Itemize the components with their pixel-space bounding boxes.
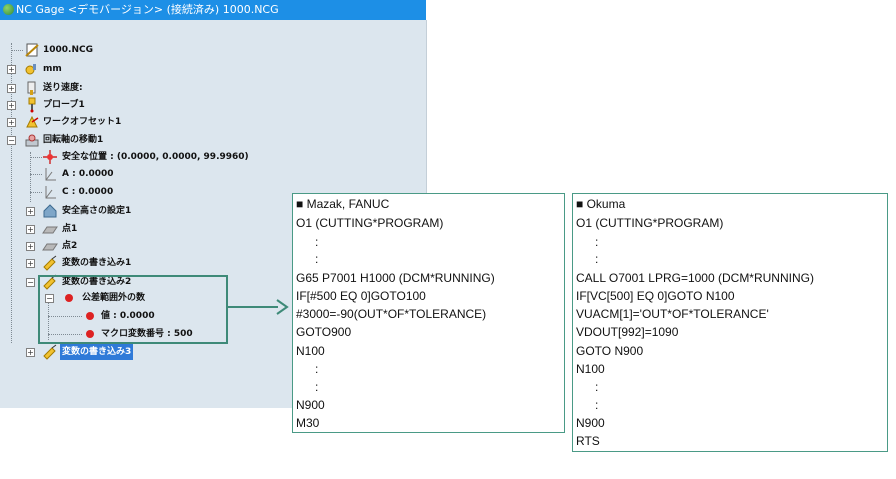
tree-item-axis-a[interactable]: A : 0.0000 <box>0 166 300 182</box>
file-ruler-icon <box>25 43 39 57</box>
tree-item-feed-rate[interactable]: + 送り速度: <box>0 80 300 96</box>
callout-connector <box>226 306 278 308</box>
code-heading: ■ Mazak, FANUC <box>296 197 390 211</box>
code-line: N900 <box>576 416 605 430</box>
tree-item-units[interactable]: + mm <box>0 61 300 77</box>
expand-toggle[interactable]: + <box>26 225 35 234</box>
tree-item-probe[interactable]: + プローブ1 <box>0 97 300 113</box>
tree-item-safe-position[interactable]: 安全な位置 : (0.0000, 0.0000, 99.9960) <box>0 149 300 165</box>
mazak-fanuc-code-panel: ■ Mazak, FANUC O1 (CUTTING*PROGRAM) : : … <box>292 193 565 433</box>
window-title: NC Gage <デモバージョン> (接続済み) 1000.NCG <box>16 3 279 16</box>
tree-item-axis-c[interactable]: C : 0.0000 <box>0 184 300 200</box>
tree-item-safe-height[interactable]: + 安全高さの設定1 <box>0 203 300 219</box>
axis-a-icon <box>45 168 56 181</box>
expand-toggle[interactable]: + <box>7 65 16 74</box>
safe-position-icon <box>43 150 57 164</box>
code-line: : <box>315 362 319 376</box>
expand-toggle[interactable]: + <box>26 259 35 268</box>
variable-write-icon <box>43 344 57 360</box>
point-icon <box>42 226 58 234</box>
code-line: : <box>595 398 599 412</box>
code-line: N100 <box>296 344 325 358</box>
expand-toggle[interactable]: + <box>26 207 35 216</box>
tree-item-rotary-axis[interactable]: − 回転軸の移動1 <box>0 132 300 148</box>
code-line: VDOUT[992]=1090 <box>576 325 679 339</box>
highlight-callout <box>38 275 228 344</box>
code-line: : <box>315 235 319 249</box>
tree-item-root[interactable]: 1000.NCG <box>0 42 300 58</box>
tree-item-point-1[interactable]: + 点1 <box>0 221 300 237</box>
expand-toggle[interactable]: + <box>7 84 16 93</box>
code-line: IF[VC[500] EQ 0]GOTO N100 <box>576 289 735 303</box>
code-line: : <box>595 235 599 249</box>
feed-rate-icon <box>27 81 36 95</box>
expand-toggle[interactable]: + <box>7 118 16 127</box>
code-line: CALL O7001 LPRG=1000 (DCM*RUNNING) <box>576 271 814 285</box>
expand-toggle[interactable]: + <box>7 101 16 110</box>
code-heading: ■ Okuma <box>576 197 626 211</box>
code-line: O1 (CUTTING*PROGRAM) <box>296 216 444 230</box>
code-line: : <box>315 252 319 266</box>
expand-toggle[interactable]: + <box>26 348 35 357</box>
tree-item-point-2[interactable]: + 点2 <box>0 238 300 254</box>
code-line: RTS <box>576 434 600 448</box>
title-bar[interactable]: NC Gage <デモバージョン> (接続済み) 1000.NCG <box>0 0 426 20</box>
code-line: VUACM[1]='OUT*OF*TOLERANCE' <box>576 307 769 321</box>
expand-toggle[interactable]: + <box>26 242 35 251</box>
work-offset-icon <box>26 115 39 128</box>
code-line: IF[#500 EQ 0]GOTO100 <box>296 289 426 303</box>
rotary-axis-icon <box>25 134 39 147</box>
probe-icon <box>28 97 36 113</box>
tree-item-variable-write-3[interactable]: + 変数の書き込み3 <box>0 344 300 360</box>
code-line: #3000=-90(OUT*OF*TOLERANCE) <box>296 307 487 321</box>
okuma-code-panel: ■ Okuma O1 (CUTTING*PROGRAM) : : CALL O7… <box>572 193 888 452</box>
axis-c-icon <box>45 186 56 199</box>
collapse-toggle[interactable]: − <box>26 278 35 287</box>
code-line: : <box>315 380 319 394</box>
safe-height-icon <box>43 204 57 218</box>
variable-write-icon <box>43 255 57 271</box>
code-line: M30 <box>296 416 320 430</box>
code-line: GOTO N900 <box>576 344 644 358</box>
selected-label: 変数の書き込み3 <box>60 344 134 360</box>
collapse-toggle[interactable]: − <box>7 136 16 145</box>
code-line: GOTO900 <box>296 325 352 339</box>
code-line: N900 <box>296 398 325 412</box>
code-line: O1 (CUTTING*PROGRAM) <box>576 216 724 230</box>
point-icon <box>42 243 58 251</box>
code-line: N100 <box>576 362 605 376</box>
code-line: G65 P7001 H1000 (DCM*RUNNING) <box>296 271 495 285</box>
arrow-right-icon <box>276 299 289 315</box>
code-line: : <box>595 252 599 266</box>
tree-item-work-offset[interactable]: + ワークオフセット1 <box>0 114 300 130</box>
app-logo-icon <box>3 4 14 15</box>
unit-key-icon <box>25 64 36 75</box>
tree-item-variable-write-1[interactable]: + 変数の書き込み1 <box>0 255 300 271</box>
code-line: : <box>595 380 599 394</box>
